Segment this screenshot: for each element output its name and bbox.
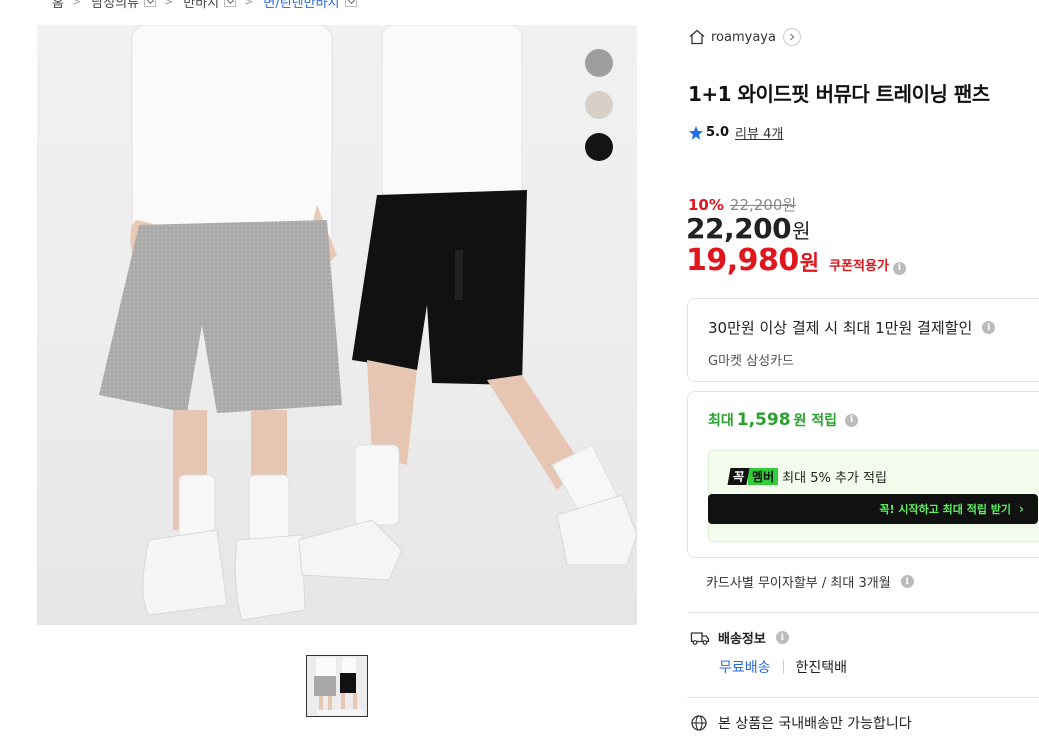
chevron-right-icon — [782, 28, 801, 46]
breadcrumb-category-3[interactable]: 면/린넨반바지 — [263, 0, 357, 11]
points-head: 최대 1,598 원 적립 i — [708, 410, 1026, 430]
courier-name: 한진택배 — [795, 660, 848, 676]
points-box: 최대 1,598 원 적립 i 꼭 멤버 최대 5% 추가 적립 꼭! 시작하고 … — [687, 391, 1039, 558]
points-suffix: 원 적립 — [793, 413, 838, 429]
sale-price-unit: 원 — [792, 219, 811, 243]
domestic-shipping-notice: 본 상품은 국내배송만 가능합니다 — [690, 713, 912, 733]
breadcrumb-category-2[interactable]: 반바지 — [183, 0, 237, 11]
product-title: 1+1 와이드핏 버뮤다 트레이닝 팬츠 — [688, 82, 990, 106]
color-swatch-black[interactable] — [585, 133, 613, 161]
shipping-title: 배송정보 — [718, 632, 766, 647]
member-badge-k: 꼭 — [727, 468, 750, 485]
coupon-label: 쿠폰적용가 — [829, 259, 889, 274]
breadcrumb-category-3-label: 면/린넨반바지 — [263, 0, 340, 11]
breadcrumb-category-1-label: 남성의류 — [91, 0, 140, 11]
info-icon[interactable]: i — [900, 575, 914, 588]
chevron-down-icon[interactable] — [144, 0, 157, 7]
thumbnail-photo — [307, 656, 367, 716]
installment-text: 카드사별 무이자할부 / 최대 3개월 — [706, 576, 891, 591]
divider — [687, 697, 1039, 698]
color-swatch-beige[interactable] — [585, 91, 613, 119]
card-discount-box: 30만원 이상 결제 시 최대 1만원 결제할인 i G마켓 삼성카드 — [687, 298, 1039, 382]
sale-price-number: 22,200 — [686, 212, 792, 245]
star-icon — [689, 125, 703, 140]
member-badge-m: 멤버 — [748, 468, 779, 485]
card-discount-title: 30만원 이상 결제 시 최대 1만원 결제할인 — [708, 319, 973, 337]
points-prefix: 최대 — [708, 413, 734, 429]
chevron-down-icon[interactable] — [344, 0, 357, 7]
coupon-price-unit: 원 — [799, 251, 820, 275]
installment-info: 카드사별 무이자할부 / 최대 3개월 i — [706, 572, 914, 591]
card-name: G마켓 삼성카드 — [708, 354, 794, 369]
breadcrumb: 홈 > 남성의류 > 반바지 > 면/린넨반바지 — [52, 0, 357, 11]
color-swatch-gray[interactable] — [585, 49, 613, 77]
color-swatches — [585, 49, 613, 161]
member-benefit-line: 꼭 멤버 최대 5% 추가 적립 — [727, 467, 1032, 486]
member-signup-button[interactable]: 꼭! 시작하고 최대 적립 받기 › — [708, 494, 1038, 524]
points-amount: 1,598 — [736, 410, 791, 430]
shipping-head: 배송정보 i — [690, 628, 789, 647]
breadcrumb-home[interactable]: 홈 — [52, 0, 64, 11]
coupon-price: 19,980 원 쿠폰적용가 i — [686, 243, 906, 278]
chevron-down-icon[interactable] — [224, 0, 237, 7]
member-benefit-text: 최대 5% 추가 적립 — [782, 471, 887, 486]
breadcrumb-category-2-label: 반바지 — [183, 0, 220, 11]
separator — [782, 660, 784, 674]
info-icon[interactable]: i — [845, 413, 859, 427]
divider — [687, 612, 1039, 613]
free-shipping: 무료배송 — [719, 660, 771, 676]
globe-icon — [691, 715, 707, 731]
member-signup-label: 꼭! 시작하고 최대 적립 받기 — [879, 503, 1012, 516]
product-main-image[interactable] — [37, 25, 637, 625]
discount-rate: 10% — [688, 195, 724, 214]
rating-score: 5.0 — [706, 125, 730, 140]
card-discount-head: 30만원 이상 결제 시 최대 1만원 결제할인 i — [708, 317, 1026, 338]
seller-link[interactable]: roamyaya — [688, 28, 801, 46]
rating-row: 5.0 리뷰 4개 — [688, 123, 783, 142]
shipping-row: 무료배송 한진택배 — [719, 657, 847, 677]
breadcrumb-home-label: 홈 — [52, 0, 64, 11]
info-icon[interactable]: i — [892, 261, 906, 275]
seller-name: roamyaya — [711, 29, 776, 45]
info-icon[interactable]: i — [775, 631, 789, 644]
truck-icon — [690, 631, 710, 645]
breadcrumb-separator-icon: > — [71, 0, 82, 8]
product-photo — [99, 25, 637, 621]
product-thumbnail[interactable] — [306, 655, 368, 717]
breadcrumb-category-1[interactable]: 남성의류 — [91, 0, 157, 11]
info-icon[interactable]: i — [982, 321, 996, 334]
breadcrumb-separator-icon: > — [244, 0, 254, 8]
review-link[interactable]: 리뷰 4개 — [735, 123, 783, 142]
chevron-right-icon: › — [1019, 502, 1024, 516]
domestic-shipping-text: 본 상품은 국내배송만 가능합니다 — [718, 716, 912, 732]
sale-price: 22,200 원 — [686, 212, 810, 245]
member-badge: 꼭 멤버 — [727, 468, 779, 486]
coupon-price-number: 19,980 — [686, 243, 799, 278]
breadcrumb-separator-icon: > — [164, 0, 174, 8]
home-icon — [689, 29, 705, 45]
